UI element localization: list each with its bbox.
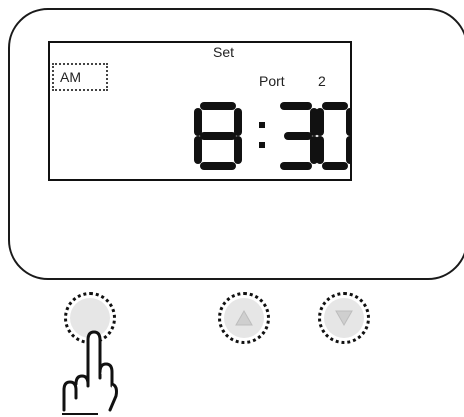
time-display [180, 100, 354, 170]
am-pm-text: AM [60, 69, 81, 85]
up-button[interactable] [218, 292, 270, 344]
triangle-up-icon [235, 309, 253, 326]
down-button-face [324, 298, 364, 338]
time-digits-svg [194, 102, 354, 170]
triangle-down-icon [335, 310, 353, 327]
digit-min-tens [280, 102, 318, 170]
down-button[interactable] [318, 292, 370, 344]
port-value: 2 [318, 73, 326, 89]
digit-min-ones [316, 102, 354, 170]
up-button-face [224, 298, 264, 338]
time-colon [259, 122, 265, 148]
am-pm-indicator: AM [52, 63, 108, 91]
pointing-hand-icon [62, 330, 118, 415]
digit-hour [194, 102, 242, 170]
port-label: Port [259, 73, 285, 89]
set-label: Set [213, 44, 235, 60]
